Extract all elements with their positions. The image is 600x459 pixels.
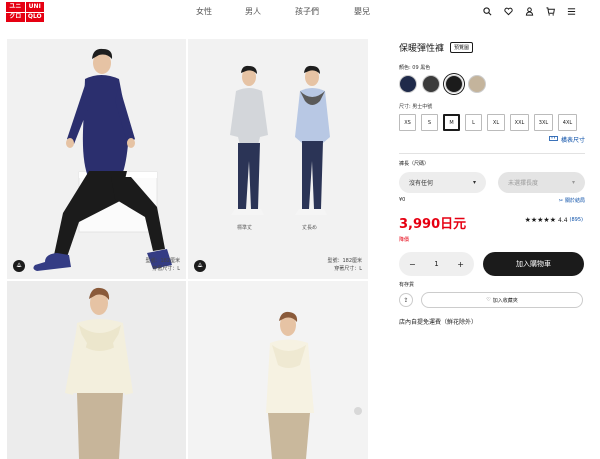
- chevron-down-icon: ▾: [472, 179, 476, 186]
- favorite-row: ⇪ ♡ 加入收藏夾: [399, 292, 585, 308]
- caption-long: 丈長め: [302, 225, 318, 231]
- product-panel: 保暖彈性褲 預覽圖 顏色: 09 黑色 尺寸: 男士中號 XS S M L XL…: [399, 40, 585, 326]
- share-icon[interactable]: ⇪: [399, 293, 413, 307]
- search-icon[interactable]: [482, 5, 492, 17]
- size-s[interactable]: S: [421, 114, 438, 131]
- length-select-value: 未選擇長度: [508, 180, 539, 187]
- sale-label: 降價: [399, 237, 410, 243]
- quantity-stepper: − 1 +: [399, 252, 474, 276]
- user-icon[interactable]: [524, 5, 534, 17]
- size-3xl[interactable]: 3XL: [534, 114, 553, 131]
- logo-cell: QLO: [25, 12, 44, 22]
- color-swatches: [399, 75, 585, 93]
- size-l[interactable]: L: [465, 114, 482, 131]
- caption-standard: 標準丈: [237, 225, 253, 231]
- uniqlo-logo[interactable]: ユニ UNI クロ QLO: [6, 2, 44, 22]
- nav-men[interactable]: 男人: [245, 6, 261, 17]
- favorites-label: 加入收藏夾: [492, 297, 518, 304]
- product-image-3[interactable]: [7, 281, 186, 459]
- stock-status: 有存貨: [399, 282, 415, 288]
- size-guide-label: 橫表尺寸: [560, 137, 585, 144]
- price-block: 3,990日元 ★★★★★ 4.4 (895) 降價: [399, 213, 585, 253]
- model-photo-seated: [7, 39, 186, 279]
- logo-cell: ユニ: [6, 2, 25, 12]
- size-label: 尺寸: 男士中號: [399, 104, 433, 110]
- preview-tag[interactable]: 預覽圖: [450, 41, 474, 53]
- nav-baby[interactable]: 嬰兒: [354, 6, 370, 17]
- heart-icon[interactable]: [503, 5, 513, 17]
- logo-cell: UNI: [25, 2, 44, 12]
- product-price: 3,990日元: [399, 217, 467, 232]
- alteration-row: ¥0 ✂ 關於結局: [399, 197, 585, 204]
- ruler-icon: [549, 136, 558, 143]
- size-guide-link[interactable]: 橫表尺寸: [399, 135, 585, 144]
- product-image-1[interactable]: ⟁ 型號：182厘米 穿著尺寸：L: [7, 39, 186, 279]
- try-on-icon[interactable]: ⟁: [194, 260, 206, 272]
- alteration-result-label: 關於結局: [564, 198, 585, 204]
- product-image-4[interactable]: [188, 281, 368, 459]
- menu-icon[interactable]: [566, 5, 576, 17]
- model-size: 穿著尺寸：L: [334, 265, 362, 272]
- model-photo-sweater-2: [188, 281, 368, 459]
- cart-icon[interactable]: [545, 5, 555, 17]
- gallery-next-dot[interactable]: [354, 407, 362, 415]
- minus-icon[interactable]: −: [409, 260, 416, 269]
- color-swatch-black[interactable]: [445, 75, 463, 93]
- nav-kids[interactable]: 孩子們: [295, 6, 319, 17]
- alteration-select-value: 沒有任何: [409, 180, 434, 187]
- plus-icon[interactable]: +: [457, 260, 464, 269]
- length-select[interactable]: 未選擇長度 ▾: [498, 172, 585, 193]
- size-m[interactable]: M: [443, 114, 460, 131]
- color-label: 顏色: 09 黑色: [399, 65, 431, 71]
- model-photo-sweater: [7, 281, 186, 459]
- nav-women[interactable]: 女性: [196, 6, 212, 17]
- logo-cell: クロ: [6, 12, 25, 22]
- quantity-value: 1: [434, 260, 439, 268]
- color-swatch-navy[interactable]: [399, 75, 417, 93]
- size-xxl[interactable]: XXL: [510, 114, 529, 131]
- rating-value: 4.4: [558, 216, 568, 224]
- title-row: 保暖彈性褲 預覽圖: [399, 40, 585, 54]
- add-to-cart-button[interactable]: 加入購物車: [483, 252, 584, 276]
- add-to-favorites-button[interactable]: ♡ 加入收藏夾: [421, 292, 583, 308]
- model-height: 型號：182厘米: [327, 258, 362, 264]
- size-xs[interactable]: XS: [399, 114, 416, 131]
- size-4xl[interactable]: 4XL: [558, 114, 577, 131]
- try-on-icon[interactable]: ⟁: [13, 260, 25, 272]
- model-info: 型號：182厘米 穿著尺寸：L: [145, 258, 180, 273]
- scissors-icon: ✂: [558, 197, 563, 204]
- alteration-dropdowns: 沒有任何 ▾ 未選擇長度 ▾: [399, 172, 585, 193]
- buy-row: − 1 + 加入購物車: [399, 252, 585, 276]
- review-count[interactable]: (895): [570, 217, 583, 223]
- size-options: XS S M L XL XXL 3XL 4XL: [399, 114, 585, 131]
- divider: [399, 153, 585, 154]
- model-height: 型號：182厘米: [145, 258, 180, 264]
- alteration-result-link[interactable]: ✂ 關於結局: [558, 197, 585, 205]
- alteration-label: 褲長（尺碼）: [399, 161, 430, 167]
- product-title: 保暖彈性褲: [399, 43, 445, 54]
- heart-icon: ♡: [486, 297, 491, 303]
- site-header: ユニ UNI クロ QLO 女性 男人 孩子們 嬰兒: [0, 0, 600, 24]
- alteration-price: ¥0: [399, 197, 406, 203]
- size-xl[interactable]: XL: [487, 114, 505, 131]
- model-size: 穿著尺寸：L: [152, 265, 180, 272]
- model-info: 型號：182厘米 穿著尺寸：L: [327, 258, 362, 273]
- store-pickup-info: 店內自提免運費（鮮花除外）: [399, 319, 478, 326]
- product-image-2[interactable]: 標準丈 丈長め ⟁ 型號：182厘米 穿著尺寸：L: [188, 39, 368, 279]
- model-photo-standing: [188, 39, 368, 279]
- header-icons: [482, 5, 576, 17]
- main-nav: 女性 男人 孩子們 嬰兒: [188, 6, 370, 17]
- color-swatch-beige[interactable]: [468, 75, 486, 93]
- chevron-down-icon: ▾: [571, 179, 575, 186]
- star-rating-icon: ★★★★★: [524, 216, 556, 224]
- color-swatch-gray[interactable]: [422, 75, 440, 93]
- rating[interactable]: ★★★★★ 4.4 (895): [525, 216, 583, 224]
- alteration-select[interactable]: 沒有任何 ▾: [399, 172, 486, 193]
- product-gallery: ⟁ 型號：182厘米 穿著尺寸：L 標準丈 丈長め ⟁ 型號：182厘米 穿著尺…: [7, 39, 368, 459]
